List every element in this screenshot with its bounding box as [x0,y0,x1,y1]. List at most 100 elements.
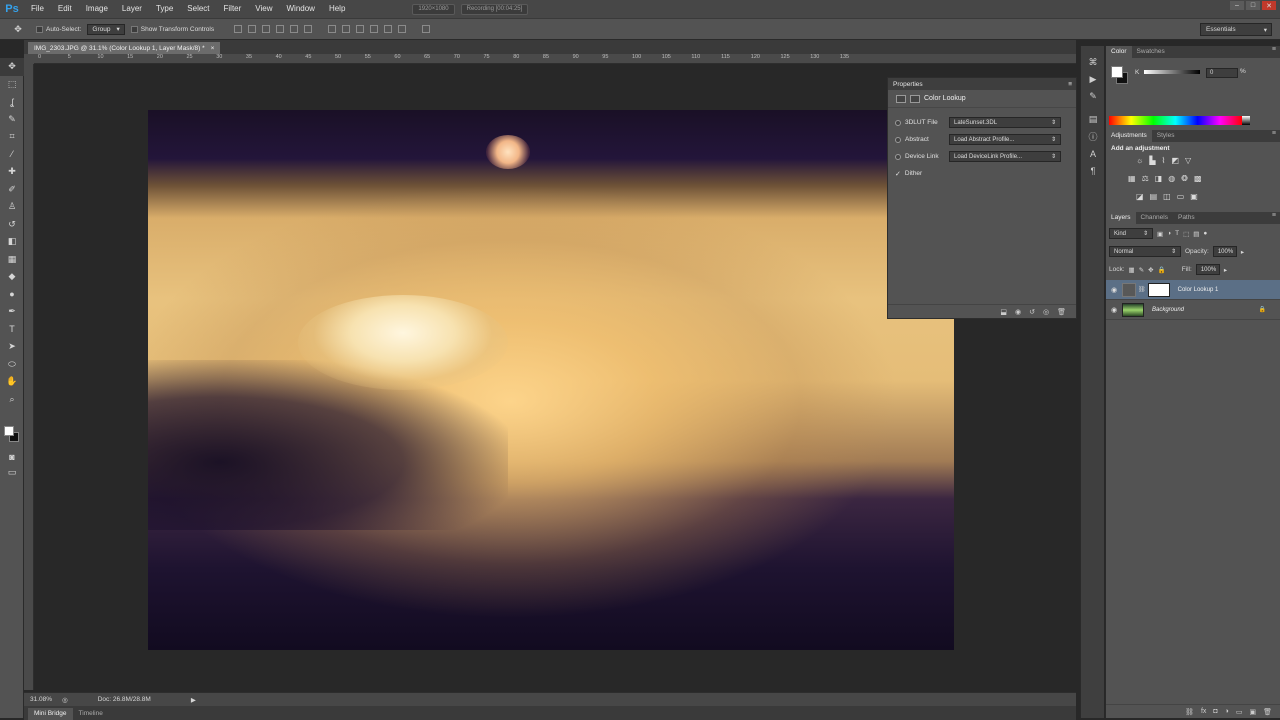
color-k-input[interactable]: 0 [1206,68,1238,78]
vibrance-icon[interactable]: ▽ [1185,156,1191,165]
dodge-tool-icon[interactable]: ● [0,286,24,304]
menu-image[interactable]: Image [79,0,115,18]
trash-icon[interactable]: 🗑 [1057,308,1066,316]
distribute-top-icon[interactable] [328,25,337,33]
paragraph-icon[interactable]: ¶ [1081,162,1105,179]
screen-mode-icon[interactable]: ▭ [0,464,24,482]
tab-channels[interactable]: Channels [1136,212,1173,224]
view-previous-icon[interactable]: ◉ [1015,308,1021,316]
gradient-tool-icon[interactable]: ▦ [0,251,24,269]
panel-menu-icon[interactable]: ≡ [1272,212,1276,219]
close-icon[interactable]: × [211,45,215,52]
lock-image-icon[interactable]: ✎ [1139,266,1144,274]
lut-file-select[interactable]: LateSunset.3DL ⇕ [949,117,1061,128]
kind-filter-select[interactable]: Kind ⇕ [1109,228,1153,239]
hue-saturation-icon[interactable]: ▦ [1128,174,1136,183]
ruler-corner[interactable] [24,54,34,64]
lock-position-icon[interactable]: ✥ [1148,266,1153,274]
device-link-radio[interactable] [895,153,901,160]
lut-file-radio[interactable] [895,119,901,126]
eyedropper-tool-icon[interactable]: ⁄ [0,146,24,164]
tab-adjustments[interactable]: Adjustments [1106,130,1152,142]
info-icon[interactable]: ⓘ [1081,128,1105,145]
workspace-switcher[interactable]: Essentials ▾ [1200,23,1272,36]
vertical-ruler[interactable] [24,64,34,690]
recording-status[interactable]: Recording [00:04:25] [460,3,529,15]
dither-row[interactable]: ✓ Dither [888,165,1076,182]
properties-header[interactable]: Properties ≡ [888,78,1076,90]
layer-style-icon[interactable]: fx [1201,708,1206,715]
status-menu-icon[interactable]: ▶ [191,696,196,704]
channel-mixer-icon[interactable]: ❂ [1181,174,1188,183]
fill-input[interactable]: 100% [1195,264,1220,275]
mask-icon[interactable] [910,94,920,103]
align-hcenter-icon[interactable] [290,25,299,33]
history-icon[interactable]: ⌘ [1081,54,1105,71]
zoom-level[interactable]: 31.08% [30,696,52,703]
minimize-button[interactable]: – [1230,1,1244,10]
color-k-slider[interactable] [1144,70,1200,74]
gradient-map-icon[interactable]: ▭ [1177,192,1185,201]
threshold-icon[interactable]: ◫ [1163,192,1171,201]
posterize-icon[interactable]: ▤ [1150,192,1158,201]
healing-brush-tool-icon[interactable]: ✚ [0,163,24,181]
auto-select-dropdown[interactable]: Group ▾ [87,23,125,35]
align-bottom-icon[interactable] [262,25,271,33]
document-image[interactable] [148,110,954,650]
photo-filter-icon[interactable]: ◍ [1168,174,1175,183]
tab-timeline[interactable]: Timeline [73,708,109,720]
align-left-icon[interactable] [276,25,285,33]
color-balance-icon[interactable]: ⚖ [1142,174,1149,183]
quick-select-tool-icon[interactable]: ✎ [0,111,24,129]
quick-mask-icon[interactable]: ◙ [0,448,24,466]
menu-help[interactable]: Help [322,0,352,18]
eraser-tool-icon[interactable]: ◧ [0,233,24,251]
foreground-color-swatch[interactable] [4,426,14,436]
blur-tool-icon[interactable]: ◆ [0,268,24,286]
menu-file[interactable]: File [24,0,51,18]
tab-mini-bridge[interactable]: Mini Bridge [28,708,73,720]
character-icon[interactable]: A [1081,145,1105,162]
color-spectrum-bw[interactable] [1242,116,1250,125]
clip-to-layer-icon[interactable]: ⬓ [1000,308,1007,316]
layer-mask-thumbnail[interactable] [1147,282,1170,297]
tab-paths[interactable]: Paths [1173,212,1200,224]
layer-row-color-lookup[interactable]: ◉ ⛓ Color Lookup 1 [1106,280,1280,300]
zoom-tool-icon[interactable]: ⌕ [0,391,24,409]
menu-select[interactable]: Select [180,0,216,18]
panel-menu-icon[interactable]: ≡ [1272,130,1276,137]
color-spectrum[interactable] [1109,116,1242,125]
new-group-icon[interactable]: ▭ [1236,708,1243,716]
brush-presets-icon[interactable]: ✎ [1081,88,1105,105]
menu-window[interactable]: Window [280,0,322,18]
filter-pixel-icon[interactable]: ▣ [1157,230,1163,238]
levels-icon[interactable]: ▙ [1149,156,1155,165]
distribute-vcenter-icon[interactable] [342,25,351,33]
distribute-left-icon[interactable] [370,25,379,33]
opacity-input[interactable]: 100% [1212,246,1237,257]
blend-mode-select[interactable]: Normal ⇕ [1109,246,1181,257]
curves-icon[interactable]: ⌇ [1162,156,1166,165]
lasso-tool-icon[interactable]: ʆ [0,93,24,111]
lock-all-icon[interactable]: 🔒 [1158,266,1166,274]
color-lookup-icon[interactable]: ▩ [1194,174,1202,183]
clone-stamp-tool-icon[interactable]: ♙ [0,198,24,216]
checkmark-icon[interactable]: ✓ [895,170,901,178]
abstract-select[interactable]: Load Abstract Profile... ⇕ [949,134,1061,145]
add-mask-icon[interactable]: ◘ [1213,708,1217,715]
hand-tool-icon[interactable]: ✋ [0,373,24,391]
invert-icon[interactable]: ◪ [1136,192,1144,201]
menu-view[interactable]: View [248,0,279,18]
pen-tool-icon[interactable]: ✒ [0,303,24,321]
reset-icon[interactable]: ↺ [1029,308,1035,316]
device-link-select[interactable]: Load DeviceLink Profile... ⇕ [949,151,1061,162]
path-selection-tool-icon[interactable]: ➤ [0,338,24,356]
align-vcenter-icon[interactable] [248,25,257,33]
color-foreground-swatch[interactable] [1111,66,1123,78]
auto-select-checkbox[interactable]: Auto-Select: [36,25,81,33]
link-icon[interactable]: ⛓ [1138,286,1146,293]
menu-edit[interactable]: Edit [51,0,79,18]
brush-tool-icon[interactable]: ✐ [0,181,24,199]
move-tool-preset-icon[interactable]: ✥ [6,20,30,38]
link-layers-icon[interactable]: ⛓ [1185,708,1194,716]
